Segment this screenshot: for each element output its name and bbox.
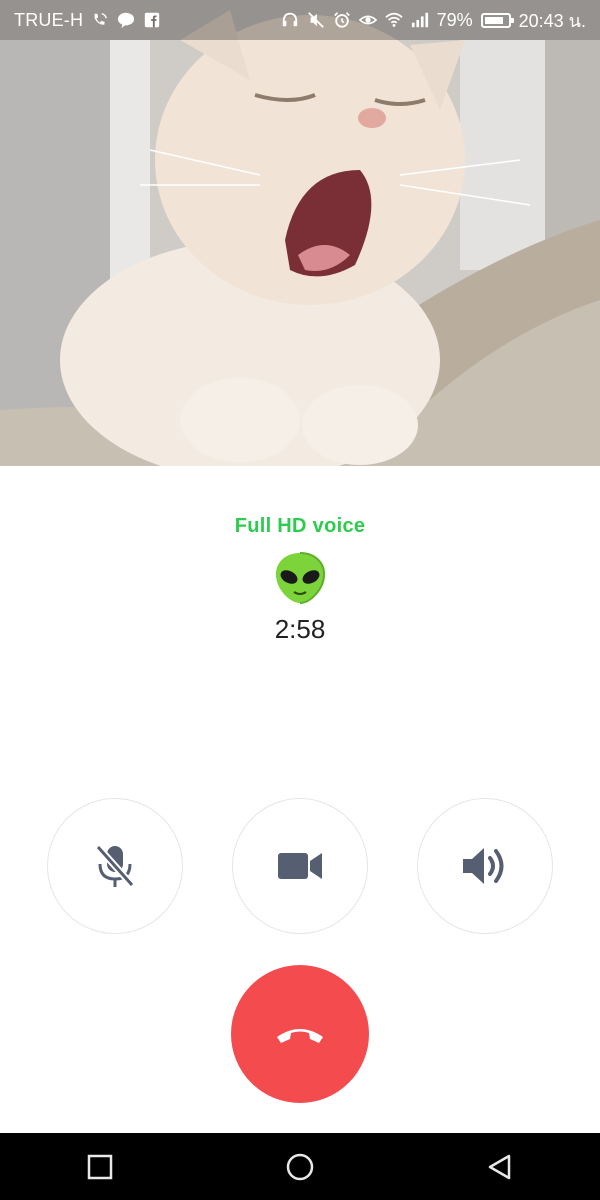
back-button[interactable] — [470, 1137, 530, 1197]
status-bar-left: TRUE-H — [14, 10, 161, 31]
end-call-button[interactable] — [231, 965, 369, 1103]
joy-app-icon — [117, 11, 135, 29]
mute-button[interactable] — [47, 798, 183, 934]
recent-apps-button[interactable] — [70, 1137, 130, 1197]
battery-icon — [480, 12, 514, 28]
status-time: 20:43 น. — [518, 10, 586, 31]
headset-icon — [281, 11, 299, 29]
video-call-button[interactable] — [232, 798, 368, 934]
signal-icon — [411, 11, 429, 29]
speaker-icon — [463, 848, 504, 884]
circle-icon — [286, 1153, 314, 1180]
wifi-calling-icon — [91, 11, 109, 29]
call-duration: 2:58 — [274, 614, 326, 644]
facebook-icon — [143, 11, 161, 29]
video-camera-icon — [278, 853, 322, 879]
square-icon — [87, 1154, 113, 1179]
home-button[interactable] — [270, 1137, 330, 1197]
eye-comfort-icon — [358, 11, 377, 29]
mic-off-icon — [95, 844, 135, 888]
vibrate-off-icon — [307, 11, 325, 29]
status-bar: TRUE-H 79% 20:43 น. — [0, 0, 600, 40]
call-quality-label: Full HD voice — [234, 515, 366, 537]
wifi-icon — [384, 11, 403, 29]
contact-photo — [0, 0, 600, 466]
status-bar-right: 79% 20:43 น. — [281, 6, 586, 35]
battery-percent: 79% — [436, 9, 473, 30]
phone-hangup-icon — [277, 1029, 323, 1043]
navigation-bar — [0, 1133, 600, 1200]
triangle-back-icon — [488, 1154, 511, 1179]
contact-avatar-alien-icon — [272, 550, 328, 606]
cat-illustration — [0, 0, 600, 466]
carrier-name: TRUE-H — [14, 9, 84, 30]
alarm-icon — [333, 11, 351, 29]
speaker-button[interactable] — [417, 798, 553, 934]
call-info: Full HD voice 2:58 — [0, 515, 600, 645]
